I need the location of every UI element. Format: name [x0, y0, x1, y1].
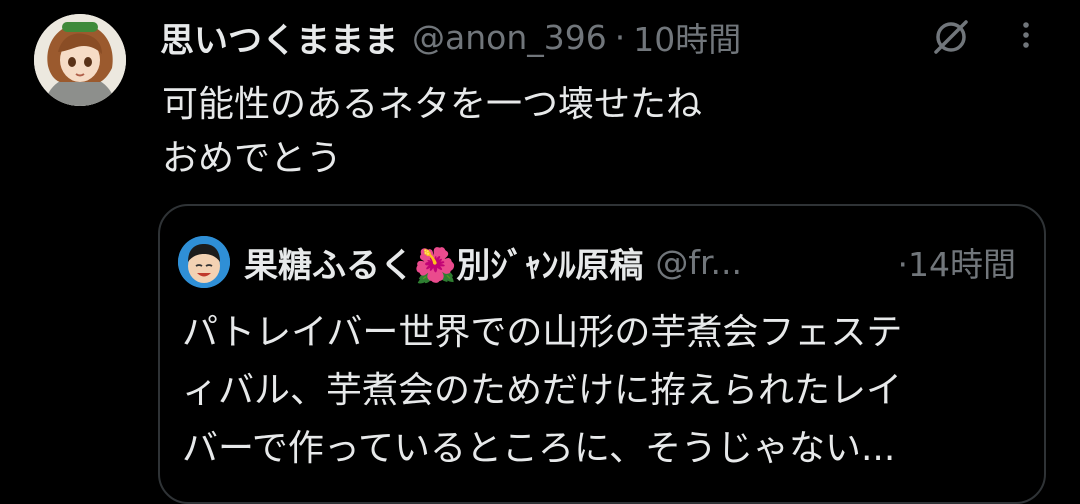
- quoted-display-name: 果糖ふるく🌺別ｼﾞｬﾝﾙ原稿: [244, 245, 644, 286]
- quoted-header: 果糖ふるく🌺別ｼﾞｬﾝﾙ原稿 @fr...: [244, 234, 742, 290]
- tweet-header: 思いつくままま @anon_396 · 10時間: [160, 12, 741, 62]
- quoted-tweet[interactable]: 果糖ふるく🌺別ｼﾞｬﾝﾙ原稿 @fr... ·14時間 パトレイバー世界での山形…: [158, 204, 1046, 504]
- tweet[interactable]: 思いつくままま @anon_396 · 10時間 可能性のあるネタを一つ壊せたね…: [0, 0, 1080, 504]
- display-name[interactable]: 思いつくままま: [160, 13, 398, 62]
- mute-icon[interactable]: [928, 14, 974, 60]
- quoted-text-line: パトレイバー世界での山形の芋煮会フェステ: [182, 312, 903, 353]
- tweet-text-line: おめでとう: [162, 138, 343, 179]
- avatar[interactable]: [34, 14, 126, 106]
- avatar-illustration: [34, 14, 126, 106]
- quoted-timestamp: ·14時間: [897, 245, 1016, 284]
- more-vertical-icon[interactable]: [1014, 14, 1038, 60]
- quoted-text-line: バーで作っているところに、そうじゃない...: [182, 428, 896, 469]
- quoted-user-handle: @fr...: [655, 242, 742, 282]
- separator-dot: ·: [614, 17, 626, 57]
- quoted-text: パトレイバー世界での山形の芋煮会フェステ ィバル、芋煮会のためだけに拵えられたレ…: [182, 304, 902, 478]
- tweet-text: 可能性のあるネタを一つ壊せたね おめでとう: [162, 78, 702, 186]
- quoted-text-line: ィバル、芋煮会のためだけに拵えられたレイ: [182, 370, 903, 411]
- timestamp[interactable]: 10時間: [633, 13, 741, 61]
- user-handle[interactable]: @anon_396: [412, 18, 607, 57]
- quoted-avatar: [178, 236, 230, 288]
- tweet-text-line: 可能性のあるネタを一つ壊せたね: [162, 84, 703, 125]
